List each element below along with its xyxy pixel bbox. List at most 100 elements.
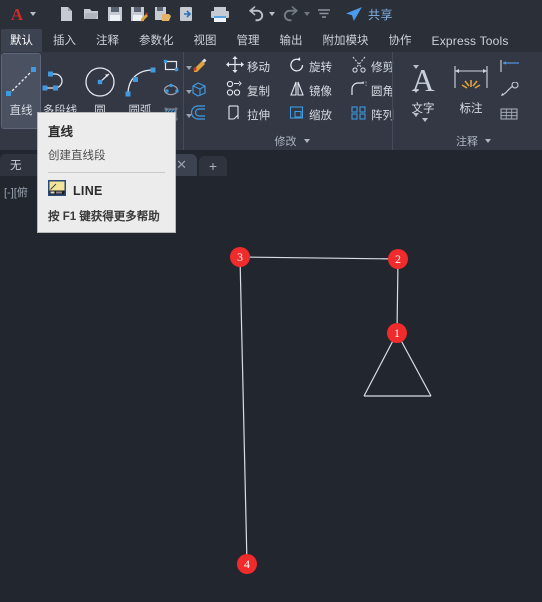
ribbon-tab-annotate[interactable]: 注释 bbox=[87, 29, 128, 52]
modify-erase-button[interactable] bbox=[188, 55, 212, 79]
panel-annotation: A 文字 标注 注释 bbox=[392, 52, 542, 150]
modify-copy-label: 复制 bbox=[247, 86, 270, 98]
modify-3dbox-button[interactable] bbox=[188, 79, 212, 103]
app-menu-icon[interactable]: A bbox=[4, 0, 39, 28]
drawing-canvas[interactable]: [-][俯 1 2 3 4 bbox=[0, 176, 542, 602]
copy-icon bbox=[226, 80, 244, 102]
tooltip-help: 按 F1 键获得更多帮助 bbox=[48, 211, 160, 223]
undo-icon[interactable] bbox=[243, 0, 278, 28]
array-icon bbox=[350, 104, 368, 126]
modify-trim-label: 修剪 bbox=[371, 62, 394, 74]
modify-scale-label: 缩放 bbox=[309, 110, 332, 122]
panel-annotation-title-row[interactable]: 注释 bbox=[399, 133, 542, 149]
open-file-icon[interactable] bbox=[79, 0, 103, 28]
ribbon-tab-bar: 默认 插入 注释 参数化 视图 管理 输出 附加模块 协作 Express To… bbox=[0, 28, 542, 52]
panel-annotation-caret-icon[interactable] bbox=[485, 139, 491, 143]
annotation-small-tools bbox=[495, 52, 523, 130]
ribbon-tab-default[interactable]: 默认 bbox=[1, 29, 42, 52]
drawing-geometry bbox=[239, 256, 432, 565]
stretch-icon bbox=[226, 104, 244, 126]
ribbon-tab-collaborate[interactable]: 协作 bbox=[380, 29, 421, 52]
draw-line-button[interactable]: 直线 bbox=[1, 53, 41, 129]
annotation-text-button[interactable]: A 文字 bbox=[399, 52, 447, 126]
table-icon bbox=[499, 106, 519, 127]
modify-copy-button[interactable]: 复制 bbox=[224, 79, 286, 103]
ribbon-tab-view[interactable]: 视图 bbox=[185, 29, 226, 52]
move-icon bbox=[226, 56, 244, 78]
modify-stretch-label: 拉伸 bbox=[247, 110, 270, 122]
line-icon bbox=[2, 60, 40, 104]
tooltip-command-row: LINE bbox=[48, 180, 165, 201]
save-as-icon[interactable] bbox=[127, 0, 151, 28]
modify-move-label: 移动 bbox=[247, 62, 270, 74]
circle-icon bbox=[80, 60, 120, 104]
erase-icon bbox=[190, 56, 208, 78]
point-marker-1[interactable]: 1 bbox=[387, 323, 407, 343]
annotation-leader-button[interactable] bbox=[497, 80, 521, 104]
panel-modify-caret-icon[interactable] bbox=[303, 139, 310, 143]
line-command-icon bbox=[48, 180, 66, 201]
trim-icon bbox=[350, 56, 368, 78]
annotation-dimension-label: 标注 bbox=[459, 103, 483, 115]
leader-icon bbox=[499, 81, 519, 103]
panel-modify-title: 修改 bbox=[274, 136, 297, 148]
cloud-save-icon[interactable] bbox=[175, 0, 199, 28]
point-marker-2[interactable]: 2 bbox=[388, 249, 408, 269]
line-tooltip: 直线 创建直线段 LINE 按 F1 键获得更多帮助 bbox=[37, 112, 176, 233]
point-marker-3[interactable]: 3 bbox=[230, 247, 250, 267]
redo-caret-icon[interactable] bbox=[304, 12, 310, 16]
text-icon: A bbox=[403, 58, 443, 102]
scale-icon bbox=[288, 104, 306, 126]
modify-mirror-button[interactable]: 镜像 bbox=[286, 79, 348, 103]
fillet-icon bbox=[350, 80, 368, 102]
export-icon[interactable] bbox=[151, 0, 175, 28]
undo-caret-icon[interactable] bbox=[269, 12, 275, 16]
share-label: 共享 bbox=[368, 7, 394, 22]
ribbon-tab-parametric[interactable]: 参数化 bbox=[130, 29, 183, 52]
linear-dimension-icon bbox=[499, 58, 519, 79]
annotation-text-label: 文字 bbox=[411, 103, 435, 115]
mirror-icon bbox=[288, 80, 306, 102]
modify-stretch-button[interactable]: 拉伸 bbox=[224, 103, 286, 127]
ribbon-tab-output[interactable]: 输出 bbox=[271, 29, 312, 52]
quick-access-toolbar: A 共享 bbox=[0, 0, 542, 28]
customize-qat-icon[interactable] bbox=[313, 0, 335, 28]
modify-fillet-label: 圆角 bbox=[371, 86, 394, 98]
rotate-icon bbox=[288, 56, 306, 78]
panel-modify: 移动 旋转 修剪 复制 镜像 圆角 拉伸 缩放 阵列 修改 bbox=[183, 52, 419, 150]
tooltip-divider bbox=[48, 172, 165, 173]
modify-scale-button[interactable]: 缩放 bbox=[286, 103, 348, 127]
ribbon-tab-insert[interactable]: 插入 bbox=[44, 29, 85, 52]
ribbon-tab-addins[interactable]: 附加模块 bbox=[314, 29, 378, 52]
ribbon-tab-manage[interactable]: 管理 bbox=[228, 29, 269, 52]
document-tab-start-label: 无 bbox=[10, 160, 22, 172]
ellipse-arc-icon bbox=[162, 82, 180, 103]
svg-text:A: A bbox=[11, 5, 24, 24]
panel-annotation-title: 注释 bbox=[456, 136, 478, 148]
app-menu-caret-icon[interactable] bbox=[30, 12, 36, 16]
modify-offset-button[interactable] bbox=[188, 103, 212, 127]
autocad-window: A 共享 默认 插入 注释 参数化 视图 管理 输出 附加模块 协作 Expre… bbox=[0, 0, 542, 602]
modify-move-button[interactable]: 移动 bbox=[224, 55, 286, 79]
annotation-dimension-button[interactable]: 标注 bbox=[447, 52, 495, 126]
svg-text:A: A bbox=[411, 62, 434, 98]
annotation-table-button[interactable] bbox=[497, 104, 521, 128]
tooltip-title: 直线 bbox=[48, 125, 74, 139]
annotation-linear-dimension-button[interactable] bbox=[497, 56, 521, 80]
modify-rotate-button[interactable]: 旋转 bbox=[286, 55, 348, 79]
3d-box-icon bbox=[190, 80, 208, 102]
tooltip-description: 创建直线段 bbox=[48, 150, 106, 162]
share-button[interactable]: 共享 bbox=[341, 0, 396, 28]
polyline-icon bbox=[40, 60, 80, 104]
save-icon[interactable] bbox=[103, 0, 127, 28]
panel-modify-title-row[interactable]: 修改 bbox=[188, 133, 396, 149]
print-icon[interactable] bbox=[207, 0, 233, 28]
redo-icon[interactable] bbox=[278, 0, 313, 28]
text-caret-icon[interactable] bbox=[421, 118, 428, 122]
new-tab-button[interactable]: + bbox=[198, 156, 227, 176]
point-marker-4[interactable]: 4 bbox=[237, 554, 257, 574]
rectangle-icon bbox=[162, 58, 180, 79]
ribbon-tab-express-tools[interactable]: Express Tools bbox=[423, 31, 518, 52]
new-file-icon[interactable] bbox=[55, 0, 79, 28]
close-icon[interactable]: ✕ bbox=[176, 157, 187, 173]
